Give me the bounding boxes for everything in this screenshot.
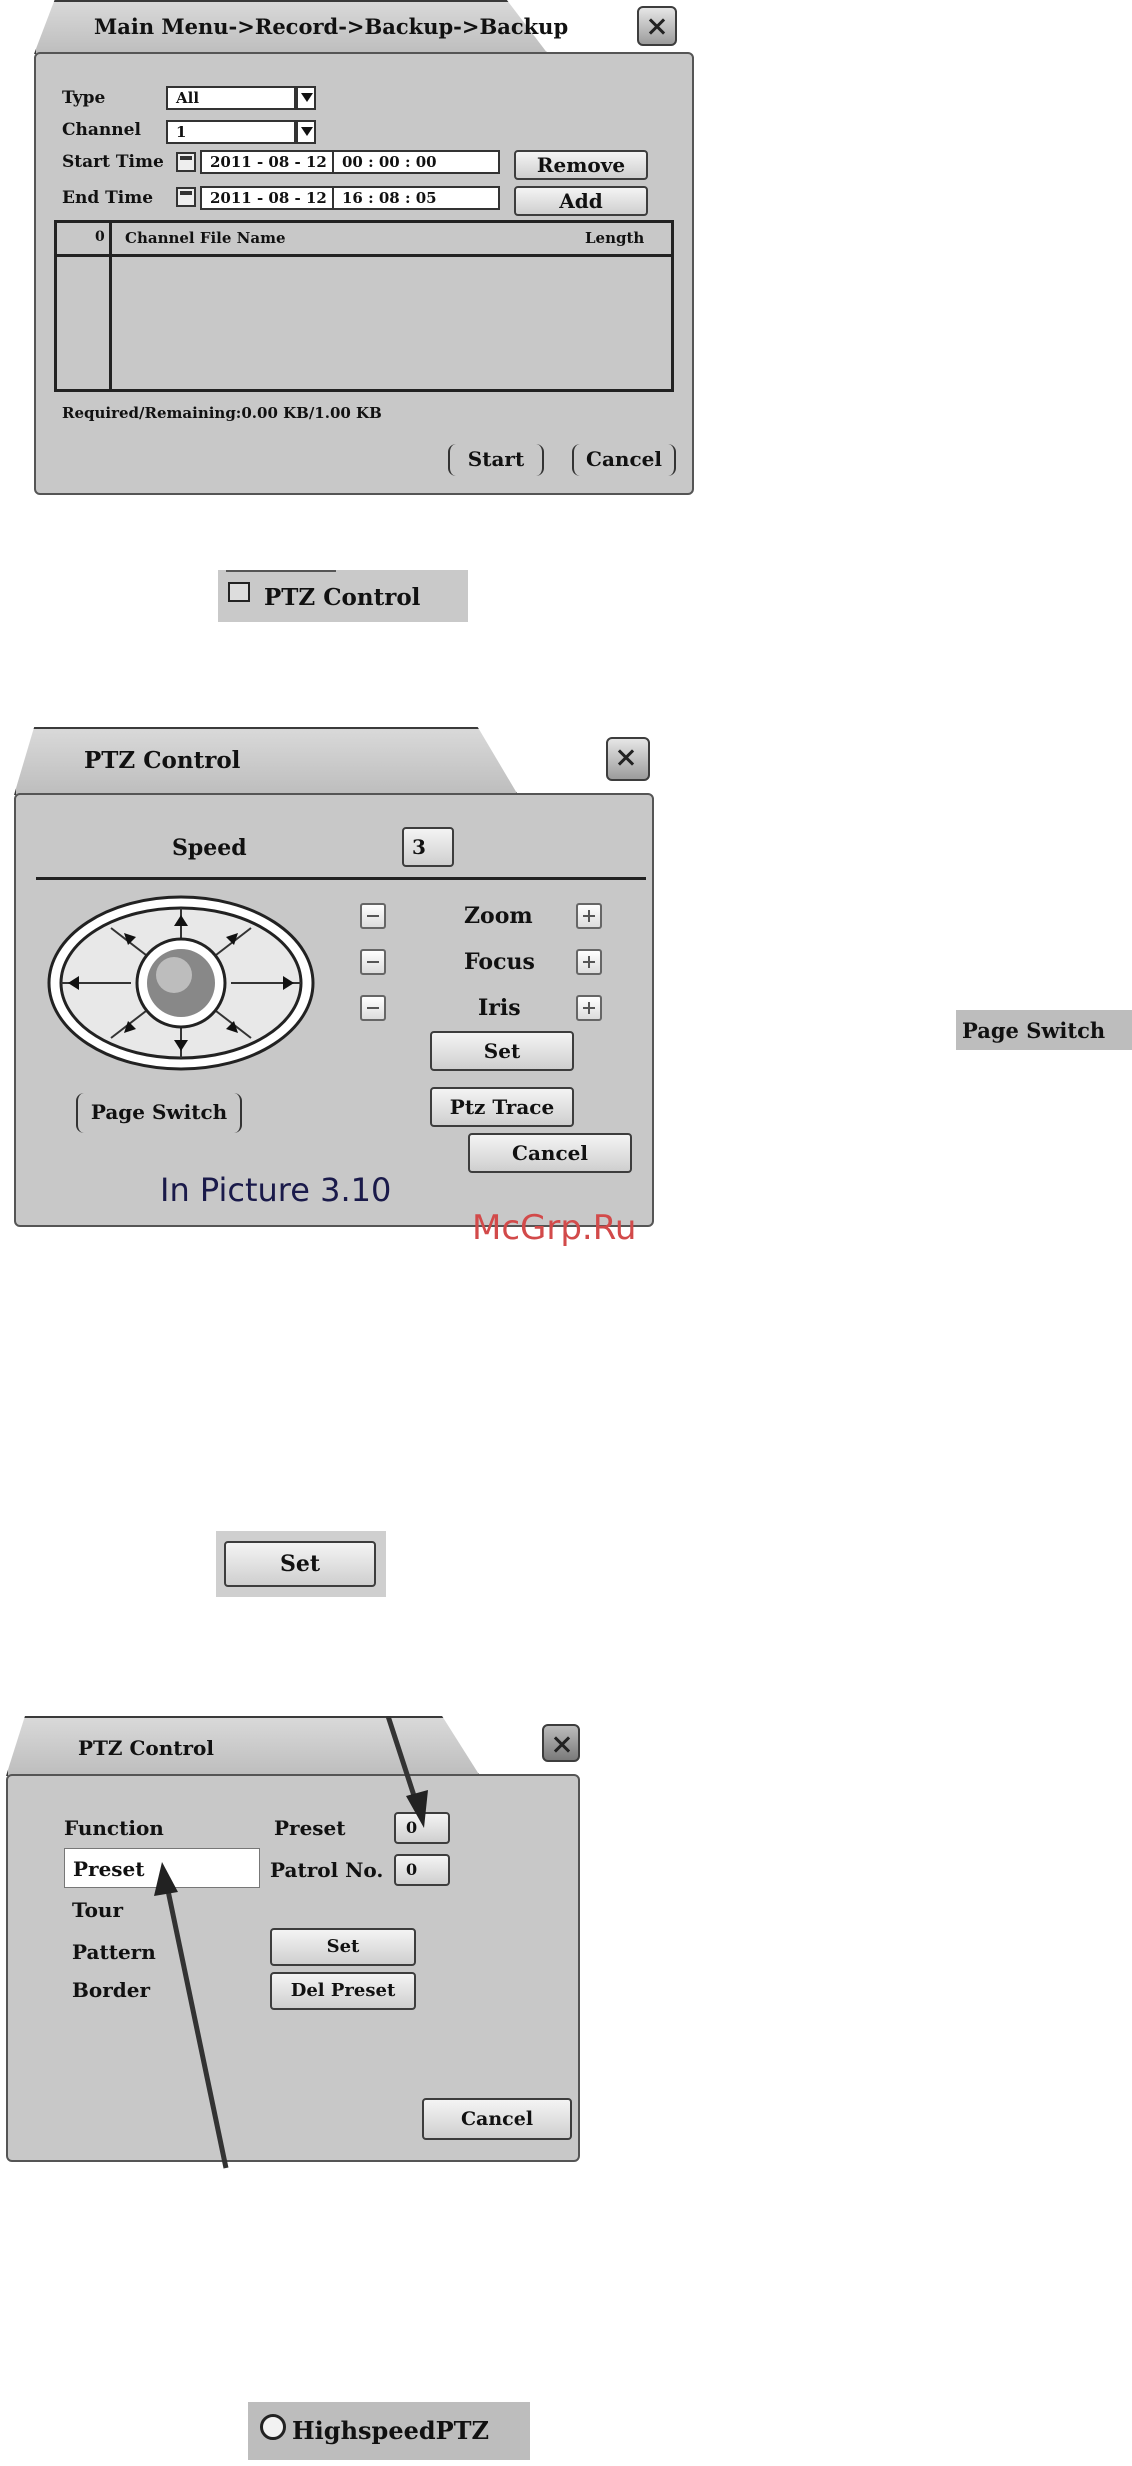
calendar-icon[interactable] (176, 152, 196, 172)
page-switch-button[interactable]: Page Switch (76, 1093, 242, 1133)
ptz-menu-icon (228, 582, 250, 602)
end-time-field[interactable]: 16 : 08 : 05 (332, 186, 500, 210)
watermark: McGrp.Ru (472, 1208, 637, 1248)
speed-label: Speed (172, 835, 247, 861)
table-divider (109, 223, 112, 389)
zoom-label: Zoom (464, 903, 533, 929)
calendar-icon[interactable] (176, 187, 196, 207)
col-length: Length (585, 229, 645, 247)
channel-select[interactable]: 1 (166, 120, 296, 144)
speed-field[interactable]: 3 (402, 827, 454, 867)
col-channel-file-name: Channel File Name (125, 229, 286, 247)
zoom-plus-icon[interactable] (576, 903, 602, 929)
menu-item-above-fragment (226, 570, 336, 572)
ptz-body: Speed 3 Zoom Focus Iris Set Ptz Trace Pa… (14, 793, 654, 1227)
arrowhead-preset-field (406, 1790, 428, 1828)
highspeed-ptz-icon (260, 2414, 286, 2440)
iris-minus-icon[interactable] (360, 995, 386, 1021)
chevron-down-icon[interactable] (296, 86, 316, 110)
zoom-minus-icon[interactable] (360, 903, 386, 929)
col-index: 0 (95, 229, 105, 245)
highspeed-ptz-label: HighspeedPTZ (292, 2416, 490, 2445)
end-time-label: End Time (62, 188, 154, 208)
focus-label: Focus (464, 949, 535, 975)
backup-body: Type All Channel 1 Start Time 2011 - 08 … (34, 52, 694, 495)
required-remaining: Required/Remaining:0.00 KB/1.00 KB (62, 404, 382, 422)
ptz-title: PTZ Control (84, 747, 241, 774)
focus-plus-icon[interactable] (576, 949, 602, 975)
close-icon[interactable] (606, 737, 650, 781)
ptz-menu-item[interactable]: PTZ Control (218, 570, 468, 622)
ptz-function-dialog: PTZ Control Function Preset Tour Pattern… (6, 1716, 580, 2169)
page-switch-snippet[interactable]: Page Switch (956, 1010, 1132, 1050)
ptz-menu-label: PTZ Control (264, 584, 421, 611)
type-label: Type (62, 88, 106, 108)
type-select[interactable]: All (166, 86, 296, 110)
cancel-button[interactable]: Cancel (468, 1133, 632, 1173)
start-time-label: Start Time (62, 152, 164, 172)
cancel-button[interactable]: Cancel (572, 444, 676, 476)
arrowhead-preset-item (154, 1862, 178, 1896)
backup-dialog: Main Menu->Record->Backup->Backup Type A… (34, 0, 694, 495)
add-button[interactable]: Add (514, 186, 648, 216)
focus-minus-icon[interactable] (360, 949, 386, 975)
chevron-down-icon[interactable] (296, 120, 316, 144)
iris-plus-icon[interactable] (576, 995, 602, 1021)
ptz-dialog: PTZ Control Speed 3 Zoom Focus Iris Set … (14, 727, 654, 1227)
annotation-arrows (154, 1716, 428, 2169)
page-switch-snippet-label: Page Switch (962, 1018, 1106, 1043)
ptz-trace-button[interactable]: Ptz Trace (430, 1087, 574, 1127)
start-button[interactable]: Start (448, 444, 544, 476)
highspeed-ptz-menu-item[interactable]: HighspeedPTZ (248, 2402, 530, 2460)
backup-title: Main Menu->Record->Backup->Backup (94, 14, 569, 39)
file-table: 0 Channel File Name Length (54, 220, 674, 392)
set-button[interactable]: Set (430, 1031, 574, 1071)
close-icon[interactable] (637, 6, 677, 46)
start-date-field[interactable]: 2011 - 08 - 12 (200, 150, 334, 174)
set-snippet-button[interactable]: Set (224, 1541, 376, 1587)
iris-label: Iris (478, 995, 521, 1021)
remove-button[interactable]: Remove (514, 150, 648, 180)
start-time-field[interactable]: 00 : 00 : 00 (332, 150, 500, 174)
picture-caption: In Picture 3.10 (160, 1171, 392, 1209)
direction-pad[interactable] (46, 893, 316, 1073)
set-snippet: Set (216, 1531, 386, 1597)
end-date-field[interactable]: 2011 - 08 - 12 (200, 186, 334, 210)
arrow-to-preset-item (163, 1880, 229, 2169)
divider (36, 877, 646, 880)
channel-label: Channel (62, 120, 141, 140)
